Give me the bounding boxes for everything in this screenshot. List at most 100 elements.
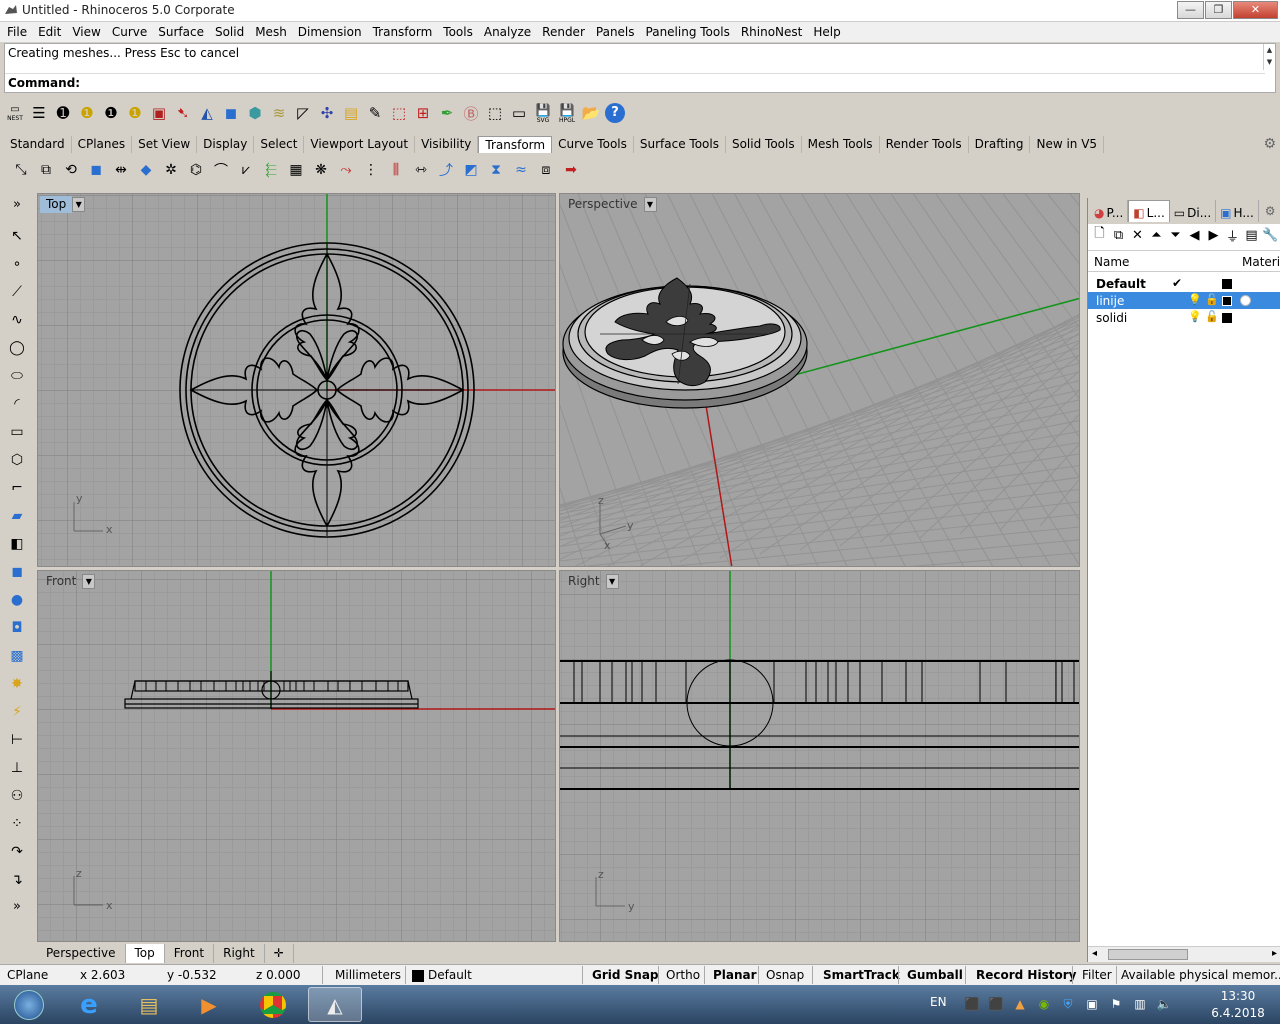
menu-help[interactable]: Help <box>808 22 846 42</box>
chrome-icon[interactable] <box>246 987 300 1022</box>
tab-standard[interactable]: Standard <box>4 136 72 153</box>
viewport-front-label[interactable]: Front ▼ <box>40 573 96 590</box>
taper-icon[interactable]: ⩗ <box>235 159 257 181</box>
splop-icon[interactable]: ◩ <box>460 159 482 181</box>
viewport-perspective-label[interactable]: Perspective ▼ <box>562 196 657 213</box>
file-explorer-icon[interactable]: ▤ <box>122 987 176 1022</box>
frame-icon[interactable]: ⬚ <box>484 101 506 125</box>
status-units[interactable]: Millimeters <box>335 968 401 982</box>
help-icon[interactable]: ? <box>604 101 626 125</box>
tab-display[interactable]: Display <box>197 136 255 153</box>
open-folder-icon[interactable]: 📂 <box>580 101 602 125</box>
box-solid-icon[interactable]: ◼ <box>4 559 30 585</box>
tab-select[interactable]: Select <box>254 136 305 153</box>
expand-chevron-bottom-icon[interactable]: » <box>4 895 30 917</box>
step-1-icon[interactable]: ❶ <box>100 101 122 125</box>
tab-surface-tools[interactable]: Surface Tools <box>634 136 726 153</box>
menu-solid[interactable]: Solid <box>210 22 250 42</box>
scroll-left-icon[interactable]: ◂ <box>1092 948 1097 959</box>
flag-icon[interactable]: ⚑ <box>1104 997 1128 1012</box>
puzzle-icon[interactable]: ✣ <box>316 101 338 125</box>
status-cplane[interactable]: CPlane <box>7 968 48 982</box>
array-curve-icon[interactable]: ⤳ <box>335 159 357 181</box>
viewport-right-title[interactable]: Right <box>562 573 606 590</box>
chevron-down-icon[interactable]: ▼ <box>605 574 619 589</box>
language-indicator[interactable]: EN <box>930 995 947 1009</box>
security-icon[interactable]: ⛨ <box>1056 997 1080 1012</box>
panel-gear-icon[interactable]: ⚙ <box>1265 204 1276 218</box>
status-layer[interactable]: Default <box>428 968 472 982</box>
tray-app-icon[interactable]: ⬛ <box>984 997 1008 1012</box>
layer-color-swatch[interactable] <box>1222 279 1232 289</box>
lightbulb-icon[interactable]: 💡 <box>1188 293 1202 306</box>
menu-dimension[interactable]: Dimension <box>293 22 368 42</box>
rhino-taskbar-icon[interactable]: ◭ <box>308 987 362 1022</box>
extrude-icon[interactable]: ◧ <box>4 531 30 557</box>
ellipse-icon[interactable]: ⬭ <box>4 363 30 389</box>
move-up-icon[interactable]: ⏶ <box>1147 228 1166 243</box>
media-player-icon[interactable]: ▶ <box>182 987 236 1022</box>
menu-edit[interactable]: Edit <box>33 22 67 42</box>
tweezers-icon[interactable]: ✎ <box>364 101 386 125</box>
tab-drafting[interactable]: Drafting <box>969 136 1031 153</box>
viewport-right-label[interactable]: Right ▼ <box>562 573 619 590</box>
command-prompt[interactable]: Command: <box>5 73 1265 92</box>
menu-render[interactable]: Render <box>537 22 591 42</box>
menu-curve[interactable]: Curve <box>107 22 153 42</box>
network-icon[interactable]: ▥ <box>1128 997 1152 1012</box>
viewport-tab-right[interactable]: Right <box>214 944 265 963</box>
tab-new-in-v5[interactable]: New in V5 <box>1030 136 1105 153</box>
point-icon[interactable]: ∘ <box>4 251 30 277</box>
menu-surface[interactable]: Surface <box>153 22 210 42</box>
menu-mesh[interactable]: Mesh <box>250 22 293 42</box>
status-gumball[interactable]: Gumball <box>907 968 963 982</box>
step-1-2-icon[interactable]: ➊ <box>52 101 74 125</box>
project-icon[interactable]: ⧈ <box>535 159 557 181</box>
polygon-tool-icon[interactable]: ⬡ <box>4 447 30 473</box>
stretch-icon[interactable]: ≈ <box>510 159 532 181</box>
viewport-tab-perspective[interactable]: Perspective <box>37 944 126 963</box>
dimension-icon[interactable]: ⊢ <box>4 727 30 753</box>
polygon-icon[interactable]: ⬢ <box>244 101 266 125</box>
status-record-history[interactable]: Record History <box>976 968 1076 982</box>
layer-row[interactable]: solidi 💡 🔓 <box>1088 309 1280 326</box>
tools-icon[interactable]: 🔧 <box>1261 228 1280 243</box>
tab-mesh-tools[interactable]: Mesh Tools <box>802 136 880 153</box>
list-icon[interactable]: ☰ <box>28 101 50 125</box>
menu-file[interactable]: File <box>2 22 33 42</box>
new-sublayer-icon[interactable]: ⧉ <box>1109 228 1128 243</box>
sphere-icon[interactable]: ● <box>4 587 30 613</box>
tab-solid-tools[interactable]: Solid Tools <box>726 136 802 153</box>
copy-icon[interactable]: ⧉ <box>35 159 57 181</box>
move-icon[interactable]: ⤡ <box>10 159 32 181</box>
viewport-right[interactable]: z y Right ▼ <box>559 570 1080 942</box>
panel-tab-layers[interactable]: ◧ L... <box>1128 200 1170 222</box>
status-smarttrack[interactable]: SmartTrack <box>823 968 900 982</box>
acrobat-icon[interactable]: ⬛ <box>960 997 984 1012</box>
viewport-perspective-title[interactable]: Perspective <box>562 196 644 213</box>
gear-icon[interactable]: ⚙ <box>1263 136 1276 152</box>
twist-icon[interactable]: ⌬ <box>185 159 207 181</box>
align-icon[interactable]: ⬱ <box>260 159 282 181</box>
menu-view[interactable]: View <box>67 22 106 42</box>
clock-time[interactable]: 13:30 <box>1208 989 1268 1003</box>
tab-set-view[interactable]: Set View <box>132 136 198 153</box>
panel-tab-help[interactable]: ▣ H... <box>1216 200 1259 222</box>
minimize-button[interactable]: — <box>1177 1 1204 19</box>
column-name[interactable]: Name <box>1094 255 1129 269</box>
delete-layer-icon[interactable]: ✕ <box>1128 228 1147 243</box>
zigzag-icon[interactable]: ⚡ <box>4 699 30 725</box>
menu-tools[interactable]: Tools <box>438 22 479 42</box>
smooth-icon[interactable]: ⤴ <box>435 159 457 181</box>
arc-icon[interactable]: ◜ <box>4 391 30 417</box>
arrow-right-red-icon[interactable]: ➡ <box>560 159 582 181</box>
tab-render-tools[interactable]: Render Tools <box>880 136 969 153</box>
viewport-front-title[interactable]: Front <box>40 573 82 590</box>
rectangle-icon[interactable]: ▭ <box>4 419 30 445</box>
internet-explorer-icon[interactable]: e <box>62 987 116 1022</box>
chevron-down-icon[interactable]: ▼ <box>643 197 657 212</box>
arc-lines-icon[interactable]: ≋ <box>268 101 290 125</box>
triangle-icon[interactable]: ◸ <box>292 101 314 125</box>
nvidia-icon[interactable]: ◉ <box>1032 997 1056 1012</box>
expand-chevron-icon[interactable]: » <box>4 193 30 215</box>
